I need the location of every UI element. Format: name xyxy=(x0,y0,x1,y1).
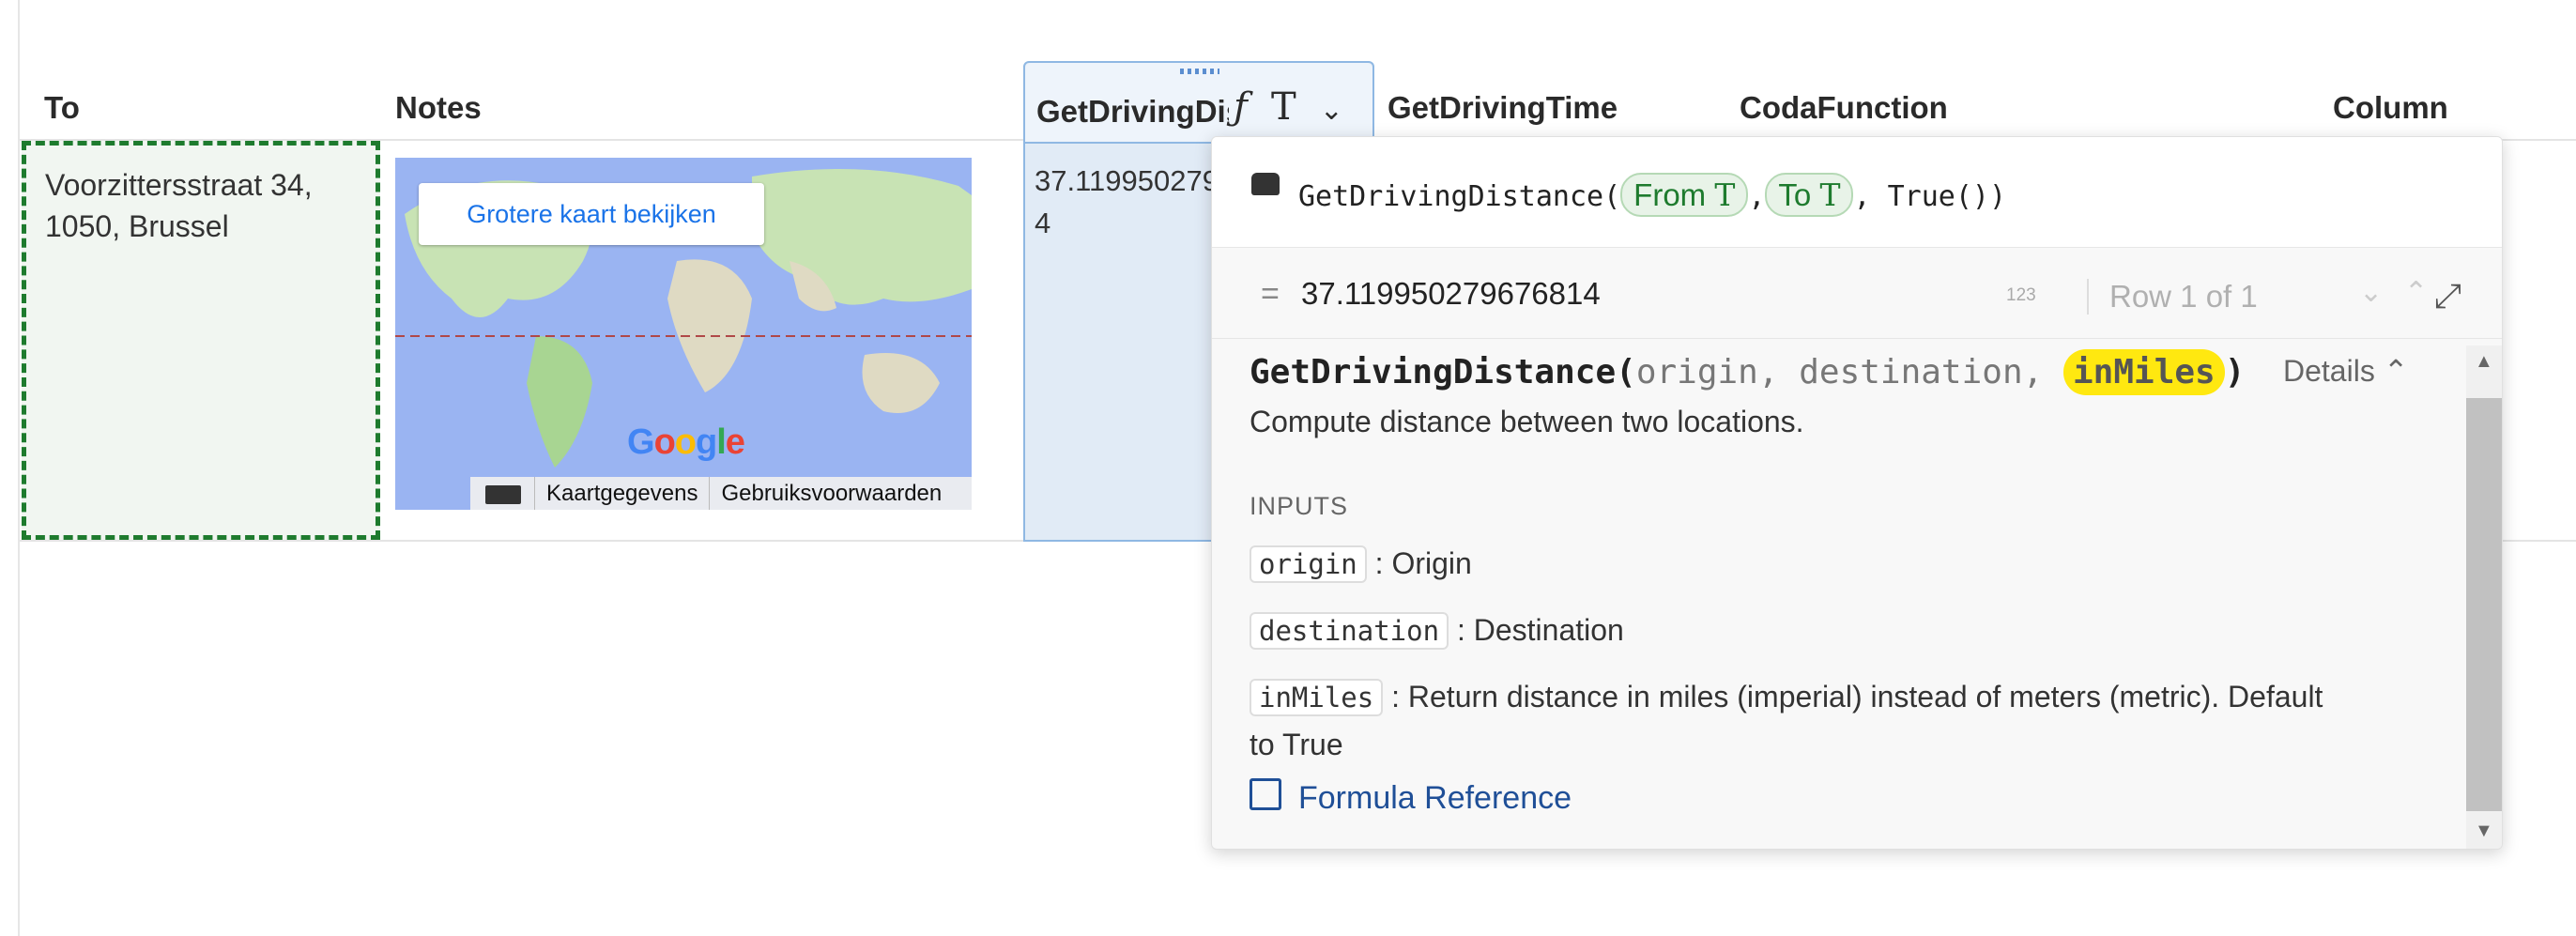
chip-from-label: From xyxy=(1633,177,1707,212)
cell-distance-line2: 4 xyxy=(1035,207,1051,239)
input-origin-desc: : Origin xyxy=(1374,546,1472,580)
column-header-notes[interactable]: Notes xyxy=(395,90,482,126)
formula-popup: GetDrivingDistance(From T, To T, True()) … xyxy=(1211,136,2503,850)
drag-handle-icon[interactable] xyxy=(1180,69,1219,74)
cell-driving-distance[interactable]: 37.119950279676814 4 xyxy=(1035,160,1213,244)
chip-to-label: To xyxy=(1778,177,1812,212)
car-icon xyxy=(1251,173,1280,195)
number-type-icon: 123 xyxy=(2006,285,2036,305)
map-data-link[interactable]: Kaartgegevens xyxy=(534,477,709,510)
chevron-down-icon[interactable]: ⌄ xyxy=(2359,276,2383,309)
input-origin-code: origin xyxy=(1250,545,1367,583)
input-inmiles-code: inMiles xyxy=(1250,679,1384,716)
input-destination-desc: : Destination xyxy=(1456,613,1624,647)
formula-function: GetDrivingDistance( xyxy=(1298,180,1621,213)
formula-chip-to[interactable]: To T xyxy=(1765,173,1854,217)
function-signature: GetDrivingDistance(origin, destination, … xyxy=(1250,349,2423,395)
input-inmiles-desc: : Return distance in miles (imperial) in… xyxy=(1391,680,2323,714)
column-header-to[interactable]: To xyxy=(44,90,80,126)
cell-to-selected[interactable]: Voorzittersstraat 34, 1050, Brussel xyxy=(22,141,380,540)
equals-icon: = xyxy=(1261,276,1280,312)
text-type-icon: T xyxy=(1819,176,1841,213)
input-inmiles-desc-cont: to True xyxy=(1250,728,1343,761)
cell-distance-line1: 37.119950279676814 xyxy=(1035,164,1213,197)
scroll-down-arrow-icon[interactable]: ▼ xyxy=(2475,821,2493,842)
column-header-driving-time[interactable]: GetDrivingTime xyxy=(1388,90,1618,126)
text-type-icon[interactable]: T xyxy=(1271,85,1296,129)
param-origin: origin xyxy=(1635,353,1758,391)
input-inmiles: inMiles : Return distance in miles (impe… xyxy=(1250,673,2423,768)
function-description: Compute distance between two locations. xyxy=(1250,405,1804,438)
scrollbar-thumb[interactable] xyxy=(2466,398,2502,811)
expand-icon[interactable]: ⤢ xyxy=(2434,276,2472,315)
cell-to-line1: Voorzittersstraat 34, xyxy=(45,168,313,202)
google-logo: Google xyxy=(627,422,745,462)
keyboard-icon[interactable] xyxy=(485,484,521,504)
details-label: Details xyxy=(2283,354,2375,388)
formula-reference-link[interactable]: Formula Reference xyxy=(1250,778,1572,817)
formula-icon[interactable]: ƒ xyxy=(1234,85,1248,129)
formula-args-rest: , True()) xyxy=(1853,180,2007,213)
formula-text[interactable]: GetDrivingDistance(From T, To T, True()) xyxy=(1298,173,2006,217)
signature-name: GetDrivingDistance( xyxy=(1250,353,1636,391)
selected-column-header[interactable]: GetDrivingDistance ƒ T ⌄ xyxy=(1025,63,1372,144)
map-footer: Kaartgegevens Gebruiksvoorwaarden xyxy=(470,477,972,510)
formula-chip-from[interactable]: From T xyxy=(1620,173,1749,217)
input-destination-code: destination xyxy=(1250,612,1449,650)
chevron-down-icon[interactable]: ⌄ xyxy=(1320,94,1343,127)
input-origin: origin : Origin xyxy=(1250,540,2423,588)
scroll-up-arrow-icon[interactable]: ▲ xyxy=(2475,351,2493,373)
cell-to-line2: 1050, Brussel xyxy=(45,209,229,243)
larger-map-button[interactable]: Grotere kaart bekijken xyxy=(419,183,764,245)
column-header-column[interactable]: Column xyxy=(2333,90,2448,126)
details-toggle[interactable]: Details ⌃ xyxy=(2283,353,2409,389)
chevron-up-icon: ⌃ xyxy=(2383,354,2409,388)
text-type-icon: T xyxy=(1714,176,1736,213)
chevron-up-icon[interactable]: ⌃ xyxy=(2404,276,2428,309)
formula-result: 37.119950279676814 xyxy=(1301,276,1601,311)
inputs-heading: INPUTS xyxy=(1250,492,1349,520)
param-inmiles-highlighted: inMiles xyxy=(2063,349,2225,395)
input-destination: destination : Destination xyxy=(1250,606,2423,654)
param-destination: destination xyxy=(1799,353,2023,391)
formula-editor[interactable]: GetDrivingDistance(From T, To T, True()) xyxy=(1212,137,2502,248)
function-documentation: GetDrivingDistance(origin, destination, … xyxy=(1250,349,2423,768)
column-header-coda-function[interactable]: CodaFunction xyxy=(1740,90,1948,126)
column-header-driving-distance[interactable]: GetDrivingDistance xyxy=(1036,94,1229,130)
map-terms-link[interactable]: Gebruiksvoorwaarden xyxy=(709,477,953,510)
result-bar: = 37.119950279676814 123 Row 1 of 1 ⌄ ⌃ … xyxy=(1212,248,2502,339)
external-link-icon xyxy=(1250,778,1281,810)
formula-reference-label: Formula Reference xyxy=(1298,780,1572,816)
row-indicator: Row 1 of 1 xyxy=(2087,279,2258,315)
map-embed[interactable]: Grotere kaart bekijken Google Kaartgegev… xyxy=(395,158,972,510)
